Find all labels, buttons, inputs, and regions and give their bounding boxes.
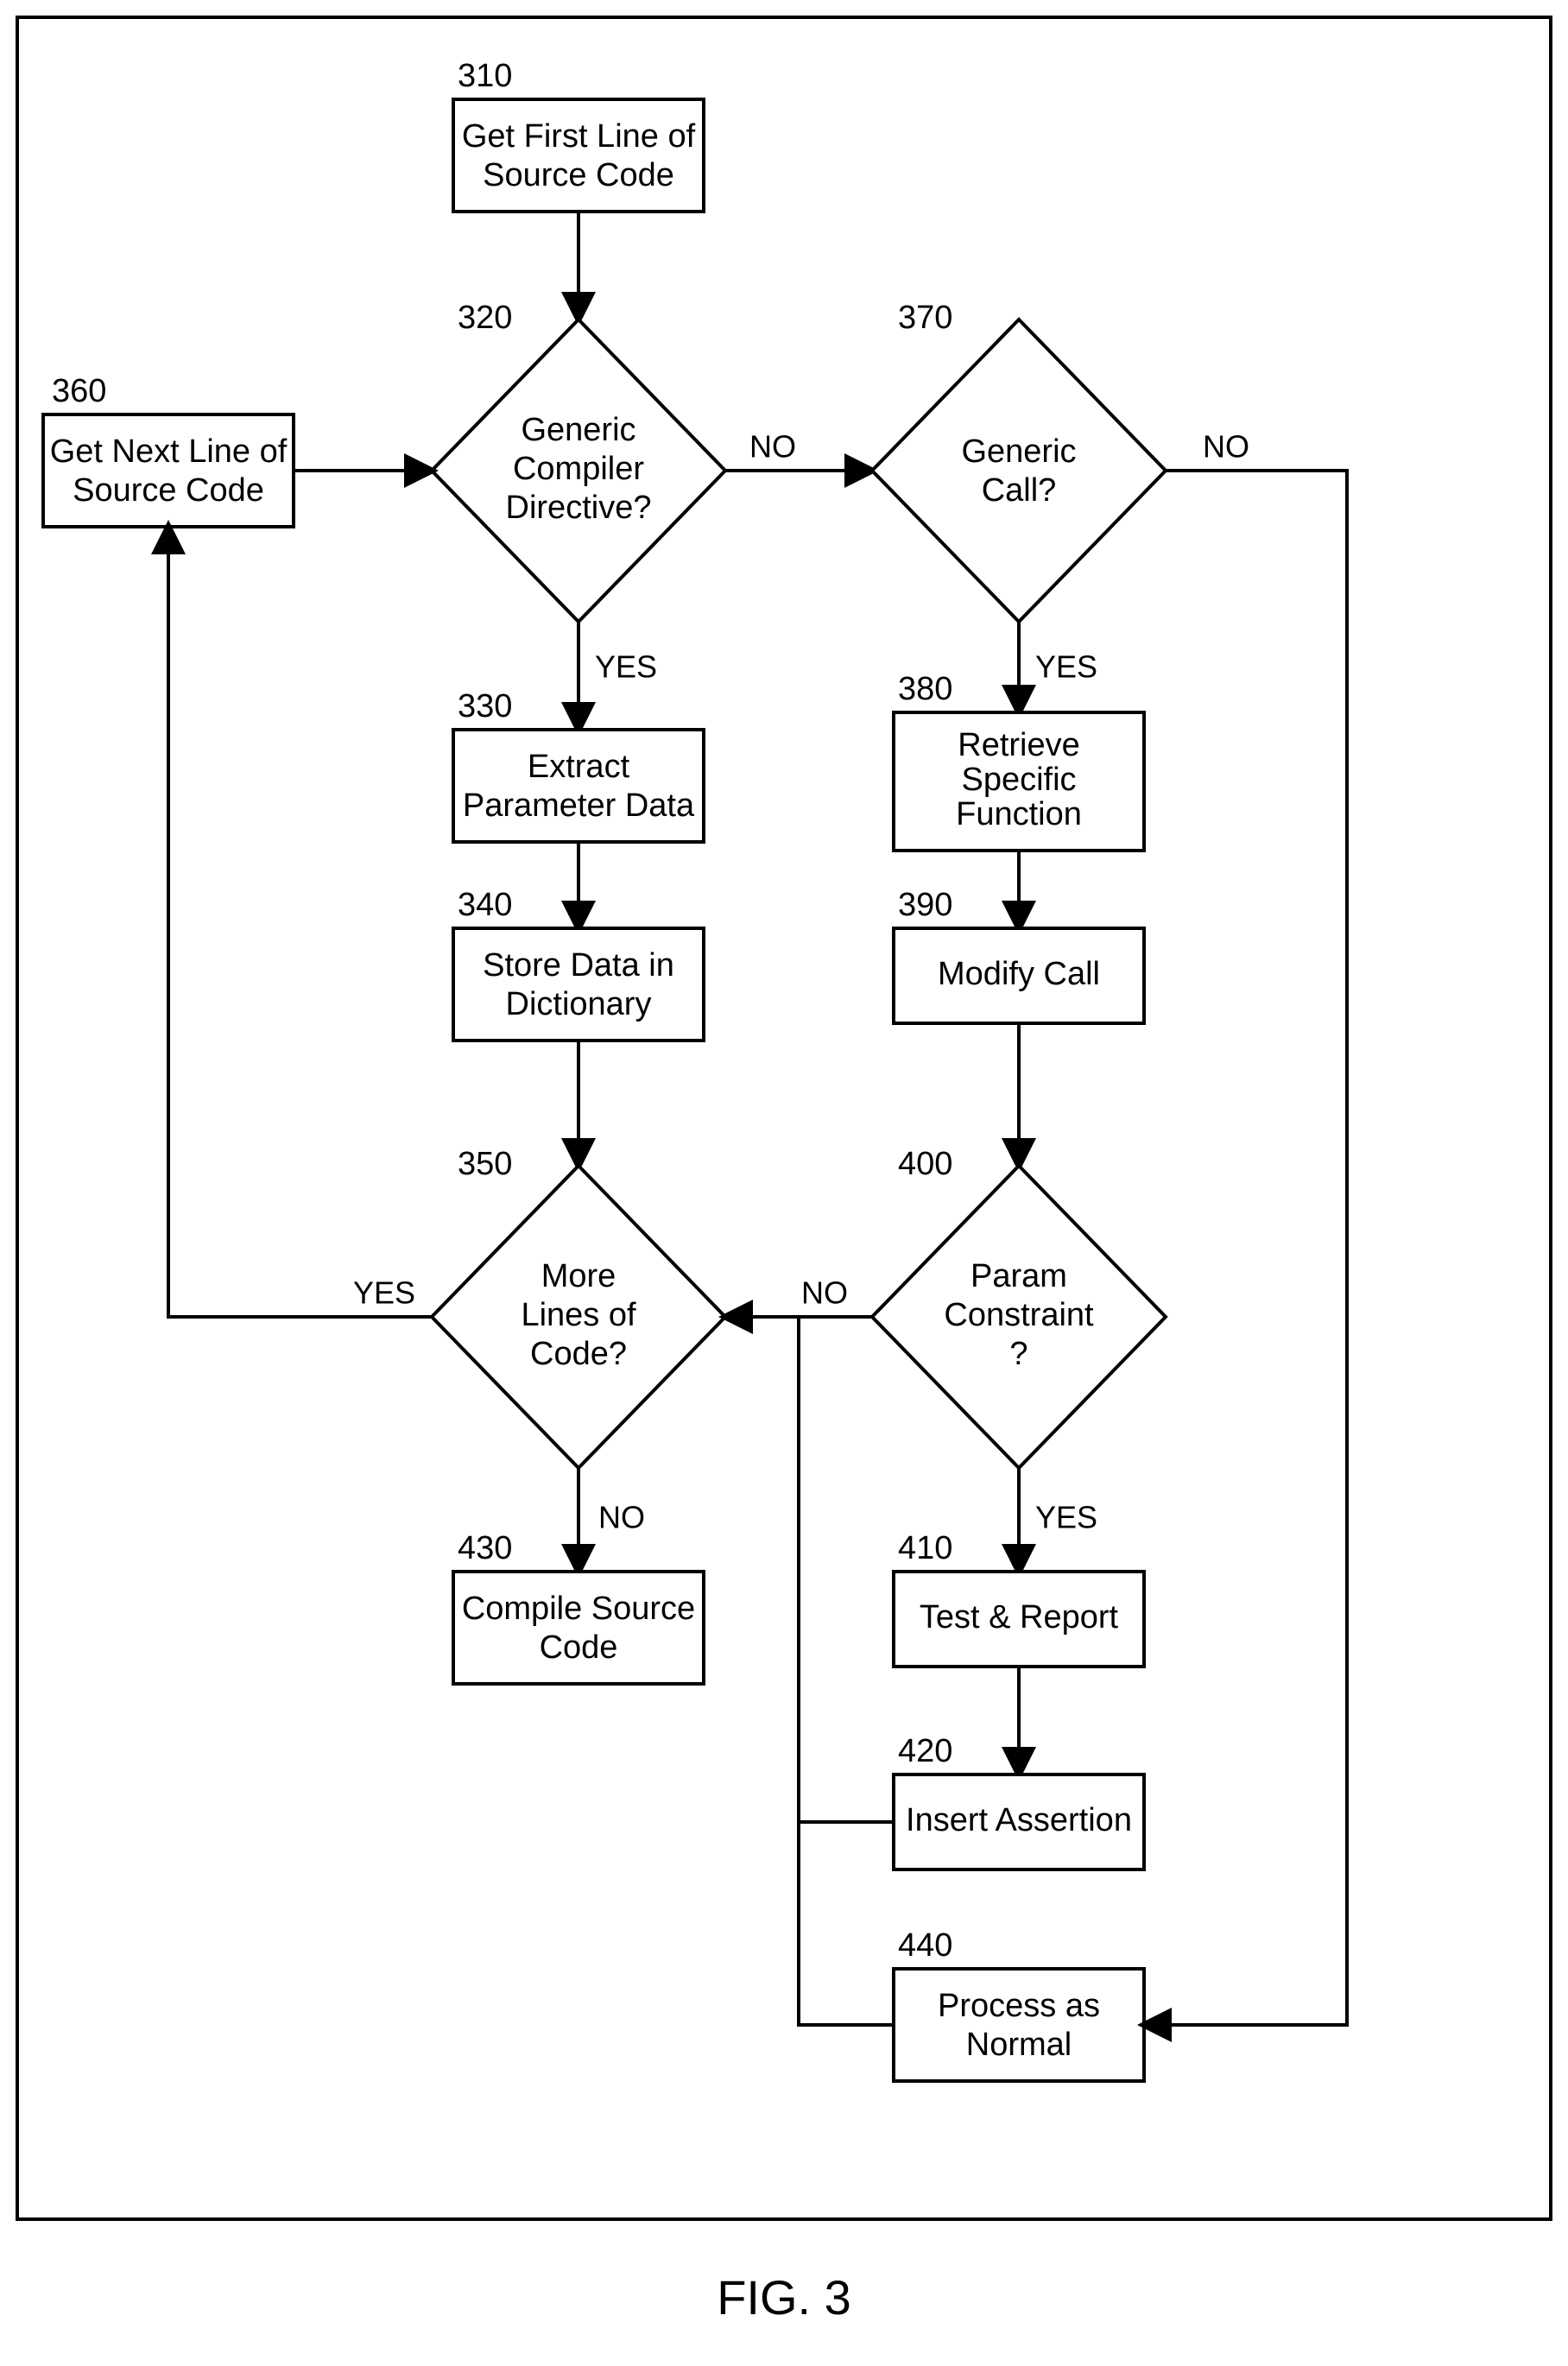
box-extract-parameter-data (453, 730, 704, 842)
flowchart: 310 Get First Line of Source Code 320 Ge… (0, 0, 1568, 2366)
box-360-line2: Source Code (73, 472, 264, 509)
box-process-as-normal (894, 1969, 1144, 2081)
ref-400: 400 (898, 1146, 952, 1182)
box-380-line2: Specific (961, 762, 1076, 798)
box-440-line2: Normal (966, 2027, 1072, 2063)
box-340-line1: Store Data in (483, 947, 674, 984)
label-320-yes: YES (595, 649, 657, 685)
label-370-no: NO (1203, 429, 1249, 465)
diamond-350-line1: More (541, 1258, 616, 1294)
box-380-line1: Retrieve (958, 727, 1080, 763)
box-430-line2: Code (540, 1629, 618, 1666)
ref-390: 390 (898, 887, 952, 923)
label-400-no: NO (801, 1275, 848, 1311)
box-get-first-line (453, 99, 704, 212)
box-390-line1: Modify Call (938, 956, 1100, 992)
diamond-400-line1: Param (971, 1258, 1067, 1294)
diamond-320-line2: Compiler (513, 451, 644, 487)
box-330-line1: Extract (528, 749, 630, 785)
diamond-400-line2: Constraint (944, 1297, 1094, 1333)
ref-360: 360 (52, 373, 106, 409)
box-330-line2: Parameter Data (463, 788, 695, 824)
label-320-no: NO (749, 429, 796, 465)
label-370-yes: YES (1035, 649, 1097, 685)
box-440-line1: Process as (938, 1988, 1100, 2024)
ref-330: 330 (458, 688, 512, 724)
box-310-line2: Source Code (483, 157, 674, 193)
box-380-line3: Function (956, 796, 1082, 832)
box-360-line1: Get Next Line of (50, 433, 288, 470)
ref-320: 320 (458, 300, 512, 336)
diamond-350-line2: Lines of (521, 1297, 636, 1333)
ref-380: 380 (898, 671, 952, 707)
box-store-data-in-dictionary (453, 928, 704, 1041)
label-400-yes: YES (1035, 1500, 1097, 1535)
diamond-370-line1: Generic (961, 433, 1076, 470)
label-350-yes: YES (353, 1275, 415, 1311)
ref-440: 440 (898, 1927, 952, 1964)
box-get-next-line (43, 414, 294, 527)
ref-420: 420 (898, 1733, 952, 1769)
ref-410: 410 (898, 1530, 952, 1566)
ref-370: 370 (898, 300, 952, 336)
box-430-line1: Compile Source (462, 1591, 695, 1627)
diamond-320-line3: Directive? (506, 490, 652, 526)
label-350-no: NO (598, 1500, 645, 1535)
diamond-400-line3: ? (1009, 1336, 1027, 1372)
diamond-350-line3: Code? (530, 1336, 627, 1372)
ref-350: 350 (458, 1146, 512, 1182)
box-310-line1: Get First Line of (462, 118, 696, 155)
box-420-line1: Insert Assertion (906, 1802, 1132, 1838)
figure-caption: FIG. 3 (717, 2270, 851, 2325)
diamond-370-line2: Call? (982, 472, 1057, 509)
ref-340: 340 (458, 887, 512, 923)
diamond-320-line1: Generic (521, 412, 635, 448)
box-compile-source-code (453, 1572, 704, 1684)
box-410-line1: Test & Report (920, 1599, 1119, 1635)
box-340-line2: Dictionary (506, 986, 652, 1022)
ref-310: 310 (458, 58, 512, 94)
outer-border (17, 17, 1551, 2219)
ref-430: 430 (458, 1530, 512, 1566)
